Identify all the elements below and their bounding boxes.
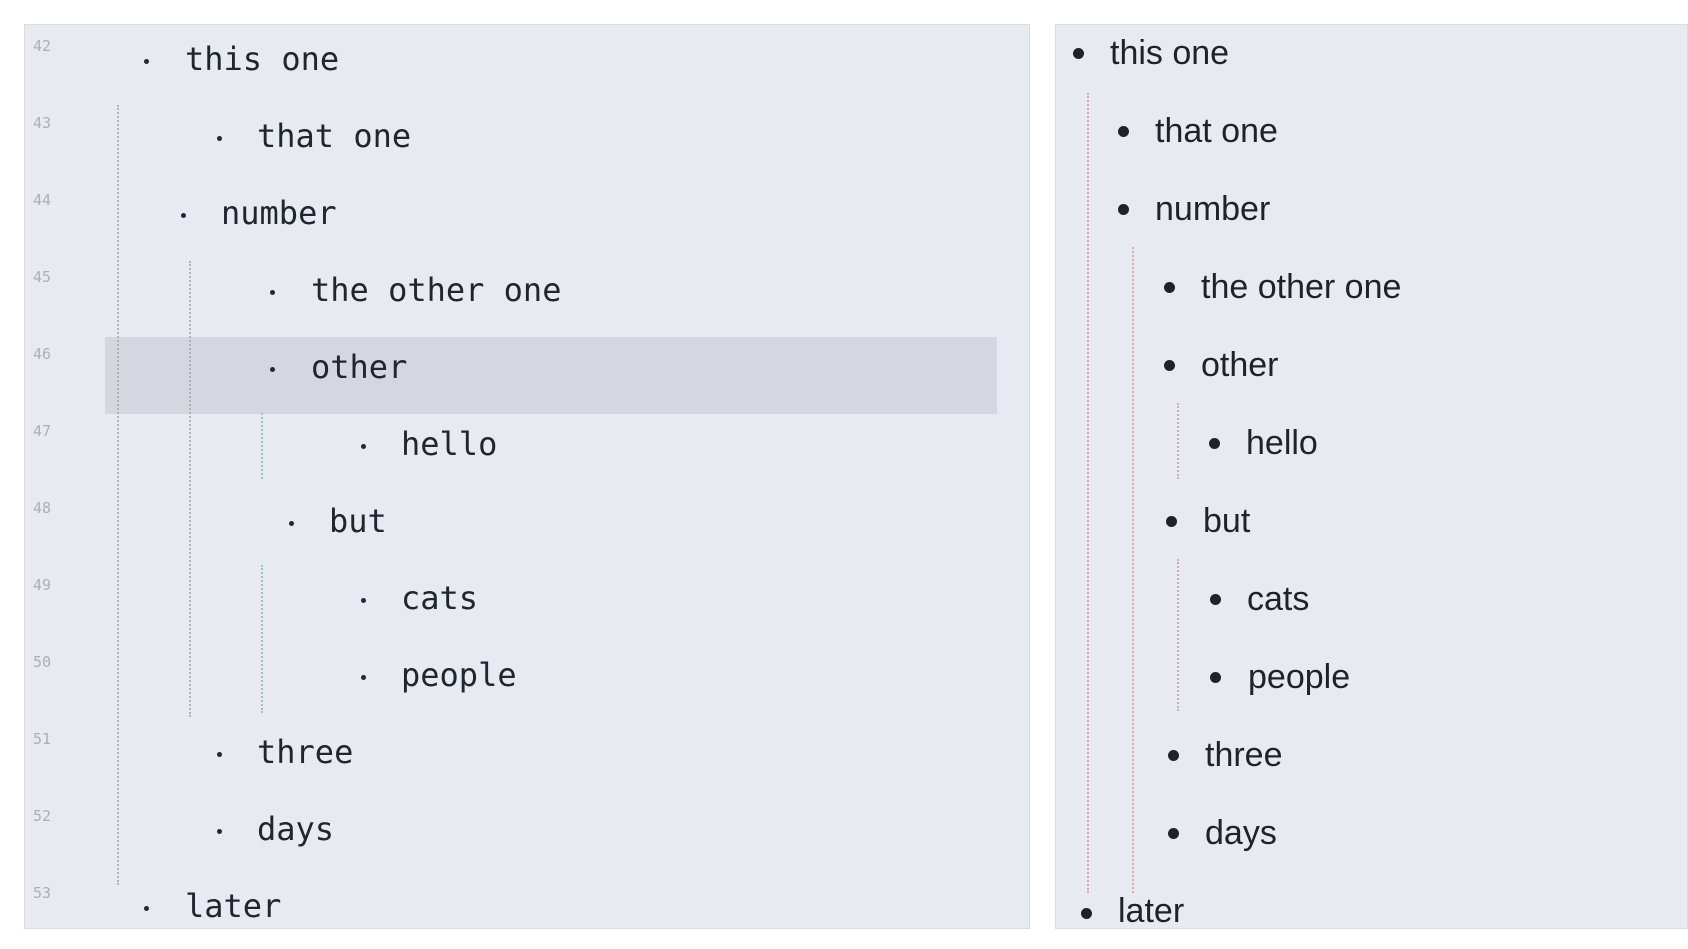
editor-line[interactable]: 43 that one: [25, 102, 1029, 179]
editor-line[interactable]: 52 days: [25, 795, 1029, 872]
nesting-guide: [1177, 403, 1179, 479]
bullet-icon: [270, 290, 275, 295]
bullet-icon: [1168, 750, 1179, 761]
nesting-guide: [1087, 93, 1089, 893]
list-item: people: [1248, 658, 1351, 696]
line-number: 53: [33, 884, 52, 902]
list-item: cats: [1247, 580, 1310, 618]
nesting-guide: [1132, 247, 1134, 893]
editor-line[interactable]: 44 number: [25, 179, 1029, 256]
line-text: cats: [401, 579, 479, 617]
line-number: 52: [33, 807, 52, 825]
line-text: days: [257, 810, 335, 848]
editor-line[interactable]: 50 people: [25, 641, 1029, 718]
line-text: hello: [401, 425, 498, 463]
line-text: this one: [185, 40, 340, 78]
line-number: 51: [33, 730, 52, 748]
line-text: but: [329, 502, 387, 540]
bullet-icon: [1210, 594, 1221, 605]
line-text: later: [185, 887, 282, 925]
bullet-icon: [289, 521, 294, 526]
line-text: other: [311, 348, 408, 386]
bullet-icon: [217, 136, 222, 141]
line-text: people: [401, 656, 517, 694]
bullet-icon: [144, 906, 149, 911]
line-number: 46: [33, 345, 52, 363]
line-number: 44: [33, 191, 52, 209]
bullet-icon: [1118, 204, 1129, 215]
bullet-icon: [270, 367, 275, 372]
editor-line[interactable]: 46 other: [25, 333, 1029, 410]
bullet-icon: [217, 752, 222, 757]
bullet-icon: [217, 829, 222, 834]
bullet-icon: [1210, 672, 1221, 683]
editor-pane[interactable]: 42 this one 43 that one 44 number 45 the…: [24, 24, 1030, 929]
bullet-icon: [181, 213, 186, 218]
list-item: that one: [1155, 112, 1278, 150]
list-item: number: [1155, 190, 1271, 228]
editor-line[interactable]: 47 hello: [25, 410, 1029, 487]
list-item: three: [1205, 736, 1283, 774]
editor-line[interactable]: 49 cats: [25, 564, 1029, 641]
bullet-icon: [1209, 438, 1220, 449]
bullet-icon: [144, 59, 149, 64]
bullet-icon: [1164, 282, 1175, 293]
line-number: 42: [33, 37, 52, 55]
list-item: days: [1205, 814, 1277, 852]
list-item: this one: [1110, 34, 1230, 72]
editor-line[interactable]: 48 but: [25, 487, 1029, 564]
nesting-guide: [1177, 559, 1179, 711]
bullet-icon: [361, 444, 366, 449]
list-item: other: [1201, 346, 1279, 384]
bullet-icon: [361, 675, 366, 680]
bullet-icon: [1073, 48, 1084, 59]
line-text: the other one: [311, 271, 562, 309]
bullet-icon: [1166, 516, 1177, 527]
editor-line[interactable]: 45 the other one: [25, 256, 1029, 333]
line-number: 50: [33, 653, 52, 671]
line-text: three: [257, 733, 354, 771]
preview-pane: this one that one number the other one o…: [1055, 24, 1688, 929]
line-number: 49: [33, 576, 52, 594]
editor-line[interactable]: 42 this one: [25, 25, 1029, 102]
bullet-icon: [1168, 828, 1179, 839]
list-item: but: [1203, 502, 1251, 540]
scroll-edge: [1416, 928, 1688, 929]
line-text: number: [221, 194, 337, 232]
list-item: later: [1118, 892, 1185, 929]
list-item: the other one: [1201, 268, 1402, 306]
bullet-icon: [1164, 360, 1175, 371]
editor-line[interactable]: 53 later: [25, 872, 1029, 928]
line-number: 48: [33, 499, 52, 517]
bullet-icon: [361, 598, 366, 603]
line-number: 45: [33, 268, 52, 286]
line-text: that one: [257, 117, 412, 155]
bullet-icon: [1081, 908, 1092, 919]
bullet-icon: [1118, 126, 1129, 137]
line-number: 43: [33, 114, 52, 132]
editor-line[interactable]: 51 three: [25, 718, 1029, 795]
line-number: 47: [33, 422, 52, 440]
list-item: hello: [1246, 424, 1318, 462]
